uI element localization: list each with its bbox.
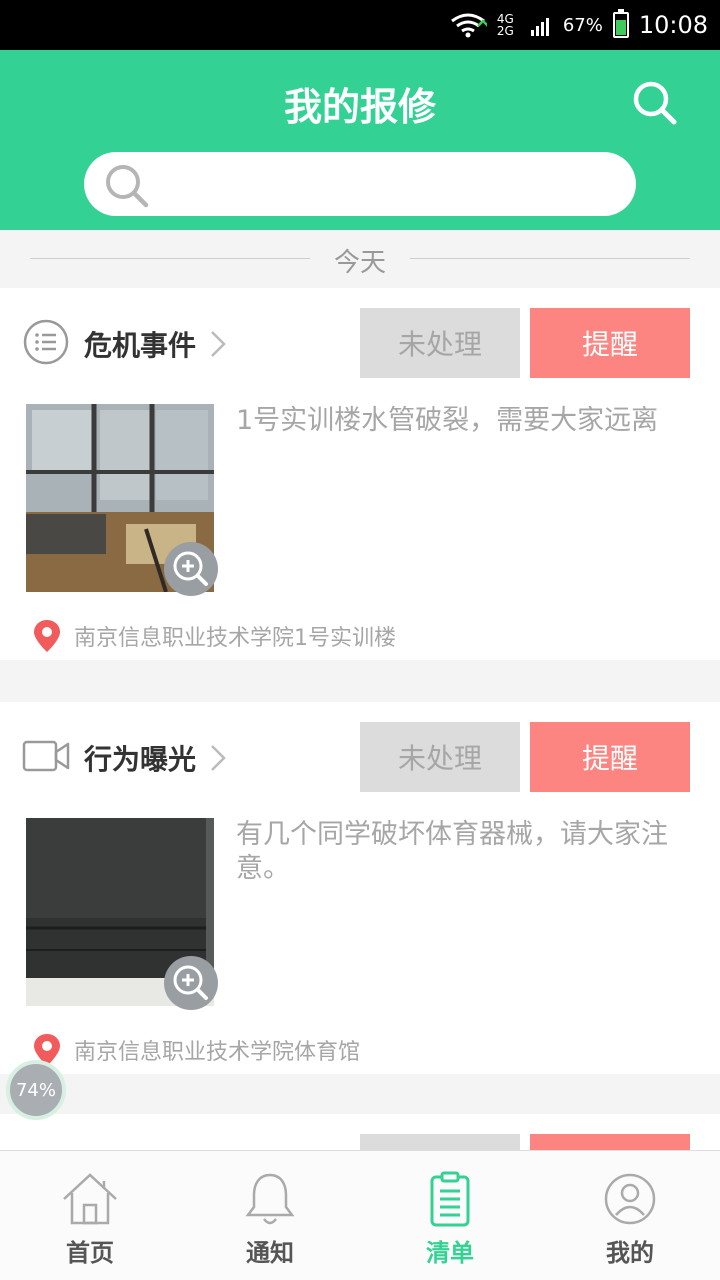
app-header: 我的报修 — [0, 50, 720, 230]
chevron-right-icon[interactable] — [206, 740, 230, 776]
network-indicator: 4G 2G — [496, 12, 514, 38]
battery-percent: 67% — [562, 14, 603, 36]
repair-card[interactable]: 危机事件 未处理 提醒 1号实训楼水管破裂，需要大家远离 南京信息职业技术学院1… — [0, 288, 720, 660]
repair-card[interactable]: 行为曝光 未处理 提醒 有几个同学破坏体育器械，请大家注意。 南京信息职业技术学… — [0, 702, 720, 1074]
remind-button[interactable]: 提醒 — [530, 722, 690, 792]
repair-card[interactable] — [0, 1114, 720, 1154]
date-label: 今天 — [333, 248, 386, 278]
tab-profile[interactable]: 我的 — [540, 1151, 720, 1280]
tab-list[interactable]: 清单 — [360, 1151, 540, 1280]
video-camera-icon — [22, 740, 70, 772]
location-pin-icon — [34, 620, 60, 652]
home-icon — [63, 1173, 117, 1225]
tab-label: 清单 — [426, 1239, 474, 1267]
bottom-tab-bar: 首页 通知 清单 我的 — [0, 1150, 720, 1280]
tab-home[interactable]: 首页 — [0, 1151, 180, 1280]
location-text: 南京信息职业技术学院体育馆 — [74, 1040, 361, 1065]
status-button[interactable]: 未处理 — [360, 308, 520, 378]
search-icon[interactable] — [630, 78, 680, 128]
list-icon — [23, 319, 69, 365]
chevron-right-icon[interactable] — [206, 326, 230, 362]
zoom-in-icon[interactable] — [164, 956, 218, 1010]
remind-button[interactable]: 提醒 — [530, 308, 690, 378]
repair-description: 有几个同学破坏体育器械，请大家注意。 — [236, 819, 668, 884]
wifi-icon — [450, 13, 487, 38]
zoom-in-icon[interactable] — [164, 542, 218, 596]
category-label[interactable]: 行为曝光 — [84, 738, 196, 778]
search-input[interactable] — [164, 160, 614, 208]
clock: 10:08 — [638, 11, 708, 39]
page-title: 我的报修 — [283, 85, 436, 129]
clipboard-icon — [430, 1171, 470, 1227]
search-bar[interactable] — [84, 152, 636, 216]
tab-label: 我的 — [606, 1239, 654, 1267]
battery-icon — [612, 9, 629, 38]
status-bar: 4G 2G 67% 10:08 — [0, 0, 720, 50]
status-button[interactable]: 未处理 — [360, 722, 520, 792]
bell-icon — [245, 1173, 295, 1225]
signal-icon — [530, 18, 549, 36]
tab-label: 通知 — [246, 1239, 294, 1267]
divider-line — [410, 258, 690, 259]
search-icon — [106, 165, 149, 208]
tab-label: 首页 — [66, 1239, 114, 1267]
tab-notifications[interactable]: 通知 — [180, 1151, 360, 1280]
user-icon — [604, 1173, 656, 1225]
repair-description: 1号实训楼水管破裂，需要大家远离 — [236, 405, 659, 436]
category-label[interactable]: 危机事件 — [84, 324, 196, 364]
location-text: 南京信息职业技术学院1号实训楼 — [74, 626, 396, 651]
date-divider: 今天 — [0, 230, 720, 288]
progress-badge[interactable]: 74% — [6, 1060, 66, 1120]
